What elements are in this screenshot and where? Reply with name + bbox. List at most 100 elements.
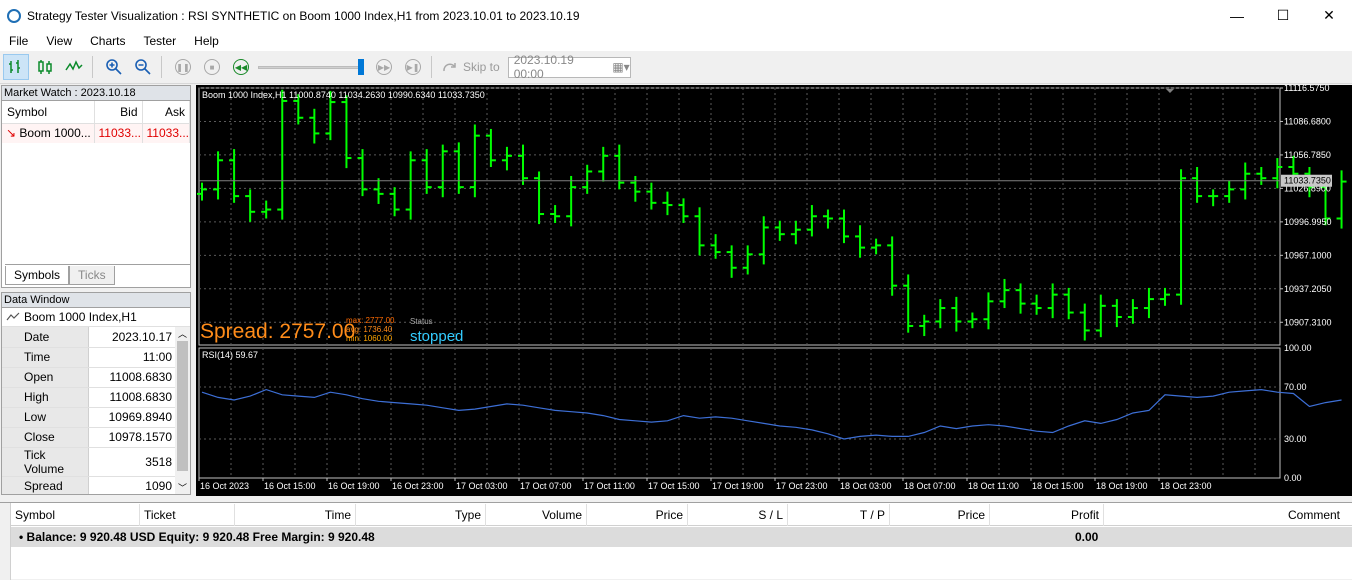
spread-text: Spread: 2757.00	[200, 320, 355, 343]
data-row: Low 10969.8940	[2, 407, 176, 428]
column-comment[interactable]: Comment	[1104, 504, 1344, 526]
data-row: Tick Volume 3518	[2, 447, 176, 477]
data-key: Tick Volume	[2, 447, 89, 477]
fast-forward-icon: ▶▶	[376, 59, 392, 75]
price-axis-label: 10996.9950	[1284, 217, 1332, 227]
time-axis-label: 18 Oct 15:00	[1032, 481, 1084, 491]
menu-view[interactable]: View	[37, 34, 81, 48]
current-price-label: 11033.7350	[1284, 176, 1331, 186]
data-row: High 11008.6830	[2, 387, 176, 408]
menu-help[interactable]: Help	[185, 34, 228, 48]
data-window-title: Data Window	[2, 293, 190, 308]
column-symbol[interactable]: Symbol	[2, 101, 95, 124]
rsi-axis-label: 100.00	[1284, 343, 1312, 353]
slider-thumb[interactable]	[358, 59, 364, 75]
stop-button[interactable]: ■	[199, 54, 225, 80]
bar-chart-button[interactable]	[3, 54, 29, 80]
scroll-down-icon[interactable]: ﹀	[178, 481, 187, 494]
time-axis-label: 17 Oct 15:00	[648, 481, 700, 491]
terminal-side-strip	[0, 503, 11, 580]
data-value: 10969.8940	[88, 407, 176, 428]
zoom-in-icon	[106, 59, 122, 75]
bar-chart-icon	[9, 60, 20, 73]
pause-icon: ❚❚	[175, 59, 191, 75]
rewind-icon: ◀◀	[233, 59, 249, 75]
column-volume[interactable]: Volume	[486, 504, 587, 526]
skip-date-input[interactable]: 2023.10.19 00:00 ▦▾	[507, 53, 631, 81]
menu-file[interactable]: File	[0, 34, 37, 48]
data-window-table: Date 2023.10.17 Time 11:00 Open 11008.6830 Hig…	[2, 327, 176, 494]
price-axis-label: 11086.6800	[1284, 116, 1331, 126]
menu-tester[interactable]: Tester	[134, 34, 185, 48]
time-axis-label: 17 Oct 23:00	[776, 481, 828, 491]
column-price[interactable]: Price	[587, 504, 688, 526]
column-type[interactable]: Type	[356, 504, 486, 526]
balance-row[interactable]: • Balance: 9 920.48 USD Equity: 9 920.48…	[11, 527, 1352, 547]
column-price-current[interactable]: Price	[890, 504, 990, 526]
scroll-thumb[interactable]	[177, 341, 188, 471]
minimize-button[interactable]: —	[1214, 0, 1260, 31]
fast-forward-button[interactable]: ▶▶	[371, 54, 397, 80]
data-value: 1090	[88, 476, 176, 494]
tab-symbols[interactable]: Symbols	[5, 266, 70, 285]
data-key: Time	[2, 347, 89, 368]
column-sl[interactable]: S / L	[688, 504, 788, 526]
price-chart[interactable]: 11116.575011086.680011056.785011026.8900…	[196, 83, 1352, 496]
column-time[interactable]: Time	[235, 504, 356, 526]
table-row[interactable]: ↘ Boom 1000... 11033... 11033...	[2, 123, 191, 143]
skip-to-button[interactable]: Skip to	[463, 60, 500, 74]
chart-area[interactable]: 11116.5750 11086.6800 11056.7850 11026.8900…	[196, 83, 1352, 496]
title-bar: Strategy Tester Visualization : RSI SYNT…	[0, 0, 1352, 31]
balance-text: • Balance: 9 920.48 USD Equity: 9 920.48…	[19, 530, 375, 544]
scroll-up-icon[interactable]: ︿	[178, 327, 187, 340]
data-key: Close	[2, 427, 89, 448]
rewind-button[interactable]: ◀◀	[228, 54, 254, 80]
data-key: High	[2, 387, 89, 408]
stop-icon: ■	[204, 59, 220, 75]
data-key: Spread	[2, 476, 89, 494]
toolbar: ❚❚ ■ ◀◀ ▶▶ ▶❚ Skip to 2023.10.19 00:00 ▦…	[0, 51, 1352, 84]
zoom-out-button[interactable]	[130, 54, 156, 80]
time-axis-label: 16 Oct 23:00	[392, 481, 444, 491]
market-watch-table: Symbol Bid Ask ↘ Boom 1000... 11033... 1…	[2, 101, 191, 143]
line-chart-button[interactable]	[61, 54, 87, 80]
skip-end-button[interactable]: ▶❚	[400, 54, 426, 80]
spread-min: min: 1060.00	[346, 334, 393, 343]
terminal-header: Symbol Ticket Time Type Volume Price S /…	[11, 504, 1352, 526]
candlestick-icon	[38, 60, 52, 74]
data-key: Date	[2, 327, 89, 348]
column-symbol[interactable]: Symbol	[11, 504, 140, 526]
skip-end-icon: ▶❚	[405, 59, 421, 75]
data-value: 3518	[88, 447, 176, 477]
data-value: 2023.10.17	[88, 327, 176, 348]
data-window-panel: Data Window Boom 1000 Index,H1 Date 2023.…	[1, 292, 191, 495]
zoom-in-button[interactable]	[101, 54, 127, 80]
column-bid[interactable]: Bid	[94, 101, 143, 124]
time-axis-label: 18 Oct 07:00	[904, 481, 956, 491]
data-row: Time 11:00	[2, 347, 176, 368]
bid-cell: 11033...	[94, 123, 143, 143]
spread-avg: avg: 1736.40	[346, 325, 393, 334]
data-key: Low	[2, 407, 89, 428]
data-window-symbol: Boom 1000 Index,H1	[2, 308, 190, 327]
column-tp[interactable]: T / P	[788, 504, 890, 526]
tab-ticks[interactable]: Ticks	[69, 266, 115, 285]
pause-button[interactable]: ❚❚	[170, 54, 196, 80]
close-button[interactable]: ✕	[1306, 0, 1352, 31]
data-value: 10978.1570	[88, 427, 176, 448]
column-ticket[interactable]: Ticket	[140, 504, 235, 526]
time-axis-label: 18 Oct 23:00	[1160, 481, 1212, 491]
column-ask[interactable]: Ask	[142, 101, 191, 124]
rsi-label: RSI(14) 59.67	[202, 350, 258, 360]
speed-slider[interactable]	[258, 56, 368, 78]
maximize-button[interactable]: ☐	[1260, 0, 1306, 31]
time-axis-label: 17 Oct 03:00	[456, 481, 508, 491]
time-axis-label: 16 Oct 15:00	[264, 481, 316, 491]
data-row: Open 11008.6830	[2, 367, 176, 388]
data-window-scrollbar[interactable]: ︿ ﹀	[175, 327, 190, 494]
skip-icon	[443, 63, 456, 72]
menu-charts[interactable]: Charts	[81, 34, 134, 48]
column-profit[interactable]: Profit	[990, 504, 1104, 526]
time-axis-label: 18 Oct 11:00	[968, 481, 1019, 491]
candlestick-button[interactable]	[32, 54, 58, 80]
